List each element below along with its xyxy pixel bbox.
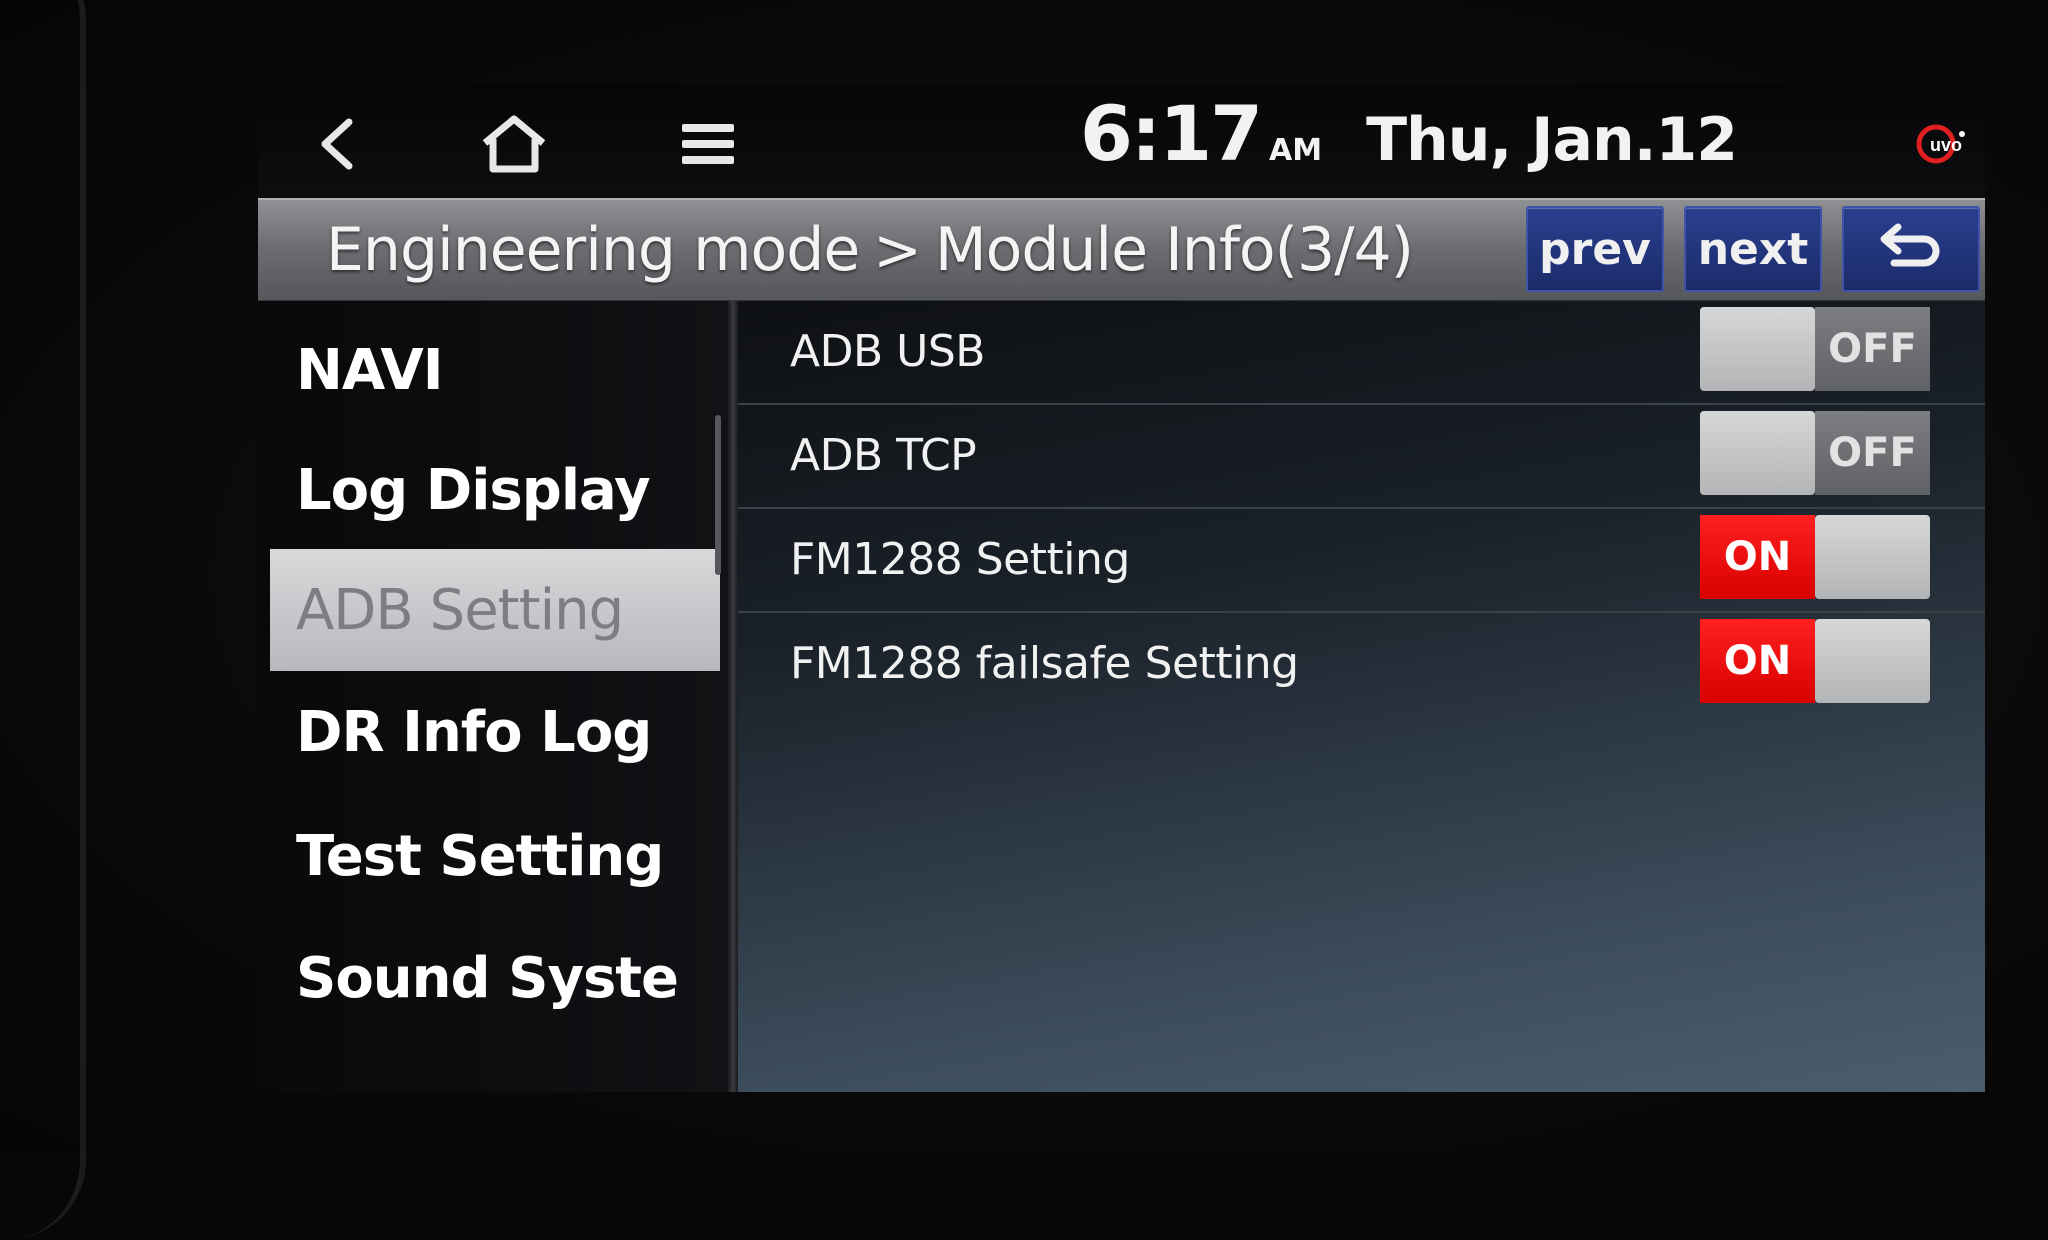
sidebar-item-dr-info-log[interactable]: DR Info Log bbox=[270, 673, 720, 791]
breadcrumb: Engineering mode > Module Info(3/4) bbox=[326, 210, 1414, 290]
setting-label: ADB TCP bbox=[790, 429, 977, 481]
toggle-state-label: OFF bbox=[1815, 307, 1930, 391]
sidebar-item-log-display[interactable]: Log Display bbox=[270, 431, 720, 549]
prev-button[interactable]: prev bbox=[1526, 206, 1664, 292]
setting-row-adb-tcp: ADB TCP OFF bbox=[738, 405, 1985, 509]
chevron-left-icon[interactable] bbox=[298, 109, 378, 179]
setting-row-adb-usb: ADB USB OFF bbox=[738, 301, 1985, 405]
toggle-knob bbox=[1815, 619, 1930, 703]
toggle-state-label: ON bbox=[1700, 619, 1815, 703]
toggle-state-label: ON bbox=[1700, 515, 1815, 599]
bezel-edge bbox=[0, 0, 86, 1240]
fm1288-failsafe-toggle[interactable]: ON bbox=[1700, 619, 1930, 703]
setting-label: FM1288 Setting bbox=[790, 533, 1130, 585]
svg-text:uvo: uvo bbox=[1930, 135, 1962, 155]
breadcrumb-separator: > bbox=[873, 216, 922, 284]
clock-time: 6:17 bbox=[1080, 89, 1263, 178]
fm1288-toggle[interactable]: ON bbox=[1700, 515, 1930, 599]
setting-label: ADB USB bbox=[790, 325, 985, 377]
sidebar-item-adb-setting[interactable]: ADB Setting bbox=[270, 549, 720, 671]
setting-row-fm1288: FM1288 Setting ON bbox=[738, 509, 1985, 613]
settings-panel: ADB USB OFF ADB TCP OFF FM1288 Setting O… bbox=[738, 301, 1985, 1092]
return-arrow-icon bbox=[1876, 219, 1946, 280]
toggle-knob bbox=[1700, 307, 1815, 391]
sidebar-item-sound-system[interactable]: Sound Syste bbox=[270, 919, 720, 1037]
status-bar: 6:17 AM Thu, Jan.12 uvo bbox=[258, 85, 1985, 198]
sidebar-item-navi[interactable]: NAVI bbox=[270, 311, 720, 429]
next-button[interactable]: next bbox=[1684, 206, 1822, 292]
sidebar-scrollbar[interactable] bbox=[715, 415, 721, 575]
home-icon[interactable] bbox=[474, 109, 554, 179]
head-unit-screen: 6:17 AM Thu, Jan.12 uvo Engineering mode… bbox=[258, 85, 1985, 1092]
uvo-logo-icon: uvo bbox=[1916, 120, 1968, 166]
title-bar: Engineering mode > Module Info(3/4) prev… bbox=[258, 198, 1985, 303]
sidebar: NAVI Log Display ADB Setting DR Info Log… bbox=[258, 301, 728, 1092]
clock-ampm: AM bbox=[1269, 133, 1323, 168]
sidebar-item-test-setting[interactable]: Test Setting bbox=[270, 797, 720, 915]
adb-tcp-toggle[interactable]: OFF bbox=[1700, 411, 1930, 495]
menu-icon[interactable] bbox=[668, 109, 748, 179]
breadcrumb-current: Module Info(3/4) bbox=[934, 215, 1414, 285]
breadcrumb-parent[interactable]: Engineering mode bbox=[326, 215, 860, 285]
sidebar-divider bbox=[728, 301, 738, 1092]
clock: 6:17 AM Thu, Jan.12 bbox=[1080, 89, 1738, 189]
return-button[interactable] bbox=[1842, 206, 1980, 292]
setting-row-fm1288-failsafe: FM1288 failsafe Setting ON bbox=[738, 613, 1985, 717]
toggle-state-label: OFF bbox=[1815, 411, 1930, 495]
toggle-knob bbox=[1815, 515, 1930, 599]
adb-usb-toggle[interactable]: OFF bbox=[1700, 307, 1930, 391]
setting-label: FM1288 failsafe Setting bbox=[790, 637, 1299, 689]
toggle-knob bbox=[1700, 411, 1815, 495]
clock-date: Thu, Jan.12 bbox=[1366, 105, 1738, 175]
